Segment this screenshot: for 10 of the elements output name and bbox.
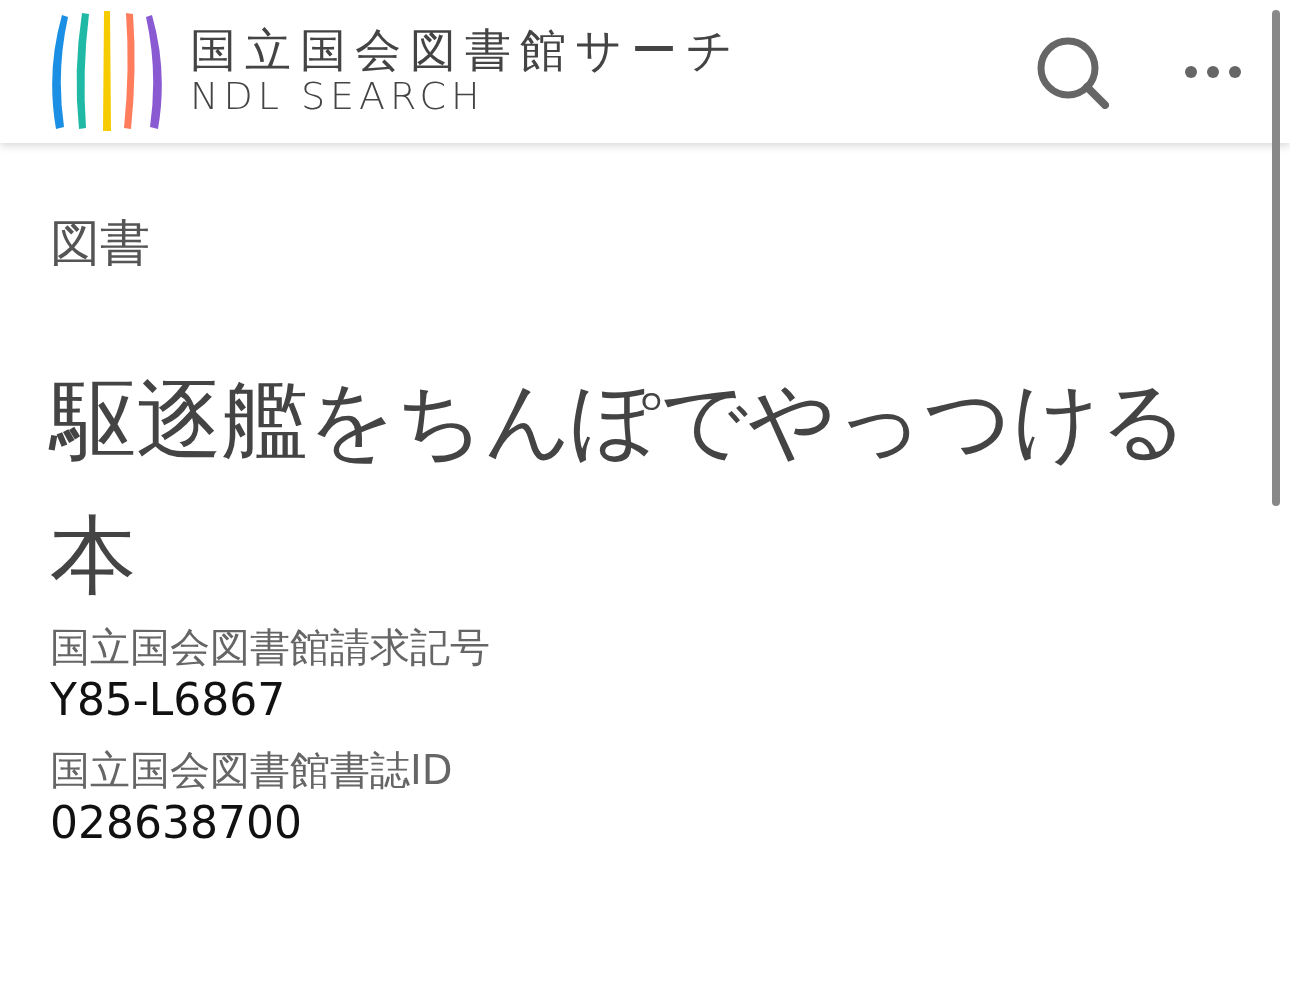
scrollbar[interactable] xyxy=(1272,10,1280,506)
field-value: 028638700 xyxy=(50,796,303,851)
site-title: 国立国会図書館サーチ xyxy=(190,25,742,76)
item-type: 図書 xyxy=(50,218,151,268)
item-title: 駆逐艦をちんぽでやっつける本 xyxy=(50,369,1189,607)
field-label: 国立国会図書館書誌ID xyxy=(50,746,454,795)
field-value: Y85-L6867 xyxy=(50,673,287,727)
field-label: 国立国会図書館請求記号 xyxy=(50,623,491,671)
more-icon[interactable] xyxy=(1184,64,1242,79)
site-subtitle: NDL SEARCH xyxy=(190,75,486,118)
